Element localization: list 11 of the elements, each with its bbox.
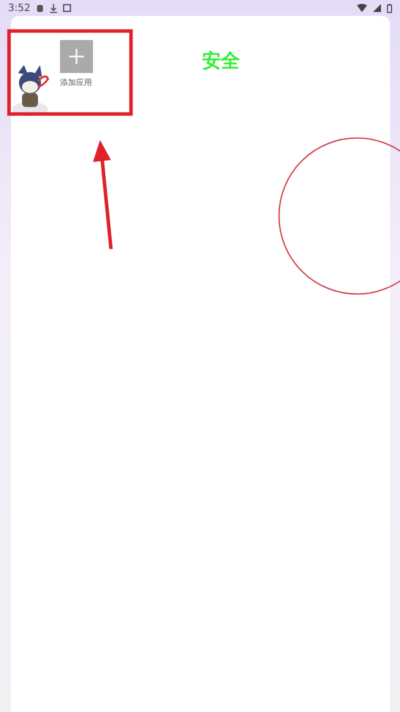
- battery-icon: [387, 4, 392, 12]
- wifi-icon: [357, 4, 367, 12]
- plus-icon: [68, 49, 84, 64]
- status-time: 3:52: [8, 2, 30, 14]
- signal-icon: [373, 4, 381, 12]
- download-icon: [50, 4, 58, 12]
- add-app-label: 添加应用: [60, 77, 92, 88]
- add-app-button[interactable]: [60, 40, 92, 73]
- notification-icon: [36, 4, 44, 12]
- page-title: 安全: [202, 49, 240, 74]
- notification-icon: [63, 4, 72, 12]
